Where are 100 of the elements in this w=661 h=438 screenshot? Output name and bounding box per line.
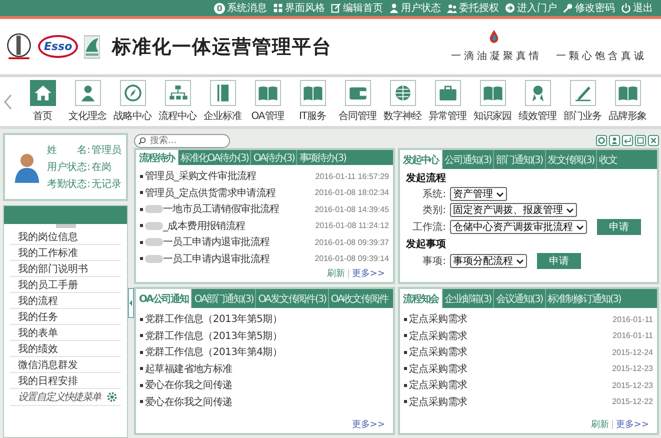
toolbar-link[interactable]: 退出 bbox=[621, 1, 653, 15]
tab[interactable]: 部门通知(3) bbox=[494, 150, 546, 169]
tab[interactable]: 会议通知(3) bbox=[494, 289, 546, 308]
tab[interactable]: 流程待办 bbox=[136, 150, 179, 165]
nav-item[interactable]: 企业标准 bbox=[200, 80, 245, 123]
toolbar-link[interactable]: 进入门户 bbox=[505, 1, 557, 15]
field-label: 事项: bbox=[422, 254, 446, 268]
user-icon[interactable] bbox=[609, 135, 620, 146]
search-field[interactable]: 搜索... bbox=[134, 134, 230, 148]
globe-icon bbox=[390, 80, 416, 106]
tab[interactable]: 流程知会 bbox=[400, 289, 443, 308]
list-link[interactable]: 党群工作信息（2013年第4期） bbox=[145, 345, 282, 360]
sidebar-item[interactable]: 我的员工手册 bbox=[10, 277, 121, 293]
tab[interactable]: OA公司通知 bbox=[136, 289, 192, 308]
settings-icon[interactable] bbox=[107, 392, 117, 402]
tab[interactable]: 标准制修订通知(3) bbox=[546, 289, 623, 308]
toolbar-link[interactable]: 界面风格 bbox=[273, 1, 325, 15]
sidebar-item[interactable]: 我的部门说明书 bbox=[10, 261, 121, 277]
sidebar-item[interactable]: 我的日程安排 bbox=[10, 373, 121, 389]
close-icon[interactable] bbox=[648, 135, 659, 146]
slogan-text: 一颗心饱含真诚 bbox=[556, 50, 647, 63]
nav-item[interactable]: OA管理 bbox=[245, 80, 290, 123]
nav-item[interactable]: 战略中心 bbox=[110, 80, 155, 123]
toolbar-link[interactable]: 用户状态 bbox=[389, 1, 441, 15]
wallet-icon bbox=[344, 80, 370, 106]
bullet-icon bbox=[140, 174, 143, 178]
nav-item[interactable]: 知识家园 bbox=[470, 80, 515, 123]
toolbar-link[interactable]: 编辑首页 bbox=[331, 1, 383, 15]
tab[interactable]: 事项待办(3) bbox=[297, 150, 348, 165]
footer-link[interactable]: 更多>> bbox=[352, 267, 385, 280]
date-text: 2015-12-24 bbox=[612, 348, 653, 357]
app-title: 标准化一体运营管理平台 bbox=[112, 34, 332, 60]
sidebar-item[interactable]: 我的绩效 bbox=[10, 341, 121, 357]
footer-link[interactable]: 刷新 bbox=[590, 418, 609, 431]
nav-item[interactable]: 首页 bbox=[20, 80, 65, 123]
list-link[interactable]: 起草福建省地方标准 bbox=[145, 362, 232, 376]
nav-item[interactable]: 文化理念 bbox=[65, 80, 110, 123]
tab[interactable]: OA发文传阅件(3) bbox=[256, 289, 329, 308]
sidebar-item[interactable]: 我的任务 bbox=[10, 309, 121, 325]
list-link[interactable]: 爱心在你我之间传递 bbox=[145, 394, 232, 409]
nav-item[interactable]: IT服务 bbox=[290, 80, 335, 123]
dropdown[interactable]: 固定资产调拨、报废管理 bbox=[450, 203, 577, 217]
toolbar-link[interactable]: 委托授权 bbox=[447, 1, 499, 15]
nav-item[interactable]: 品牌形象 bbox=[605, 80, 650, 123]
list-link[interactable]: 党群工作信息（2013年第5期） bbox=[145, 328, 282, 343]
date-text: 2016-01-08 11:24:12 bbox=[315, 221, 389, 230]
list-link[interactable]: 一员工申请内退审批流程 bbox=[163, 252, 270, 266]
toolbar-link[interactable]: 0 系统消息 bbox=[214, 1, 267, 15]
maximize-icon[interactable] bbox=[635, 135, 646, 146]
search-icon bbox=[138, 136, 146, 144]
nav-item[interactable]: 流程中心 bbox=[155, 80, 200, 123]
apply-button[interactable]: 申请 bbox=[537, 253, 581, 269]
dropdown[interactable]: 事项分配流程 bbox=[450, 254, 527, 268]
bullet-icon bbox=[404, 318, 407, 321]
sidebar-item[interactable]: 我的工作标准 bbox=[10, 245, 121, 261]
list-link[interactable]: 管理员_定点供货需求申请流程 bbox=[145, 186, 276, 200]
list-link[interactable]: 定点采购需求 bbox=[409, 362, 468, 376]
sidebar-item[interactable]: 我的岗位信息 bbox=[10, 229, 121, 245]
footer-link[interactable]: 更多>> bbox=[616, 418, 649, 431]
grid-icon bbox=[273, 3, 283, 13]
footer-link[interactable]: 更多>> bbox=[352, 418, 385, 431]
sidebar-item[interactable]: 我的流程 bbox=[10, 293, 121, 309]
tab[interactable]: OA待办(3) bbox=[251, 150, 298, 165]
list-link[interactable]: 爱心在你我之间传递 bbox=[145, 378, 232, 392]
tab[interactable]: 发文传阅(3) bbox=[546, 150, 598, 169]
list-link[interactable]: 管理员_采购文件审批流程 bbox=[145, 169, 256, 184]
list-link[interactable]: 定点采购需求 bbox=[409, 378, 468, 392]
sidebar-item[interactable]: 我的表单 bbox=[10, 325, 121, 341]
dropdown[interactable]: 资产管理 bbox=[450, 187, 507, 201]
list-link[interactable]: 定点采购需求 bbox=[409, 345, 468, 360]
tab[interactable]: 公司通知(3) bbox=[442, 150, 494, 169]
book-icon bbox=[614, 80, 640, 106]
tab[interactable]: 标准化OA待办(3) bbox=[178, 150, 252, 165]
list-link[interactable]: 定点采购需求 bbox=[409, 312, 468, 326]
custom-menu-link[interactable]: 设置自定义快捷菜单 bbox=[18, 390, 101, 404]
footer-link[interactable]: 刷新 bbox=[326, 267, 345, 280]
tab[interactable]: OA部门通知(3) bbox=[192, 289, 256, 308]
list-link[interactable]: 定点采购需求 bbox=[409, 394, 468, 409]
avatar-icon bbox=[13, 151, 41, 183]
list-link[interactable]: _成本费用报销流程 bbox=[163, 218, 246, 233]
settings-icon[interactable] bbox=[596, 135, 607, 146]
nav-item[interactable]: 合同管理 bbox=[335, 80, 380, 123]
apply-button[interactable]: 申请 bbox=[597, 219, 641, 235]
list-link[interactable]: 一地市员工请销假审批流程 bbox=[163, 202, 280, 216]
toolbar-link[interactable]: 修改密码 bbox=[563, 1, 615, 15]
tab[interactable]: 企业邮箱(3) bbox=[442, 289, 494, 308]
nav-item[interactable]: 数字神经 bbox=[380, 80, 425, 123]
tab[interactable]: 发起中心 bbox=[400, 150, 443, 169]
return-icon[interactable] bbox=[622, 135, 633, 146]
nav-item[interactable]: 异常管理 bbox=[425, 80, 470, 123]
sidebar-item[interactable]: 微信消息群发 bbox=[10, 357, 121, 373]
tab[interactable]: 收文 bbox=[597, 150, 619, 169]
list-link[interactable]: 党群工作信息（2013年第5期） bbox=[145, 312, 282, 326]
list-link[interactable]: 一员工申请内退审批流程 bbox=[163, 235, 270, 250]
dropdown[interactable]: 仓储中心资产调拨审批流程 bbox=[450, 220, 587, 234]
nav-item[interactable]: 部门业务 bbox=[560, 80, 605, 123]
nav-item[interactable]: 绩效管理 bbox=[515, 80, 560, 123]
tab[interactable]: OA收文传阅件 bbox=[328, 289, 390, 308]
list-link[interactable]: 定点采购需求 bbox=[409, 328, 468, 343]
collapse-handle[interactable] bbox=[56, 224, 76, 228]
